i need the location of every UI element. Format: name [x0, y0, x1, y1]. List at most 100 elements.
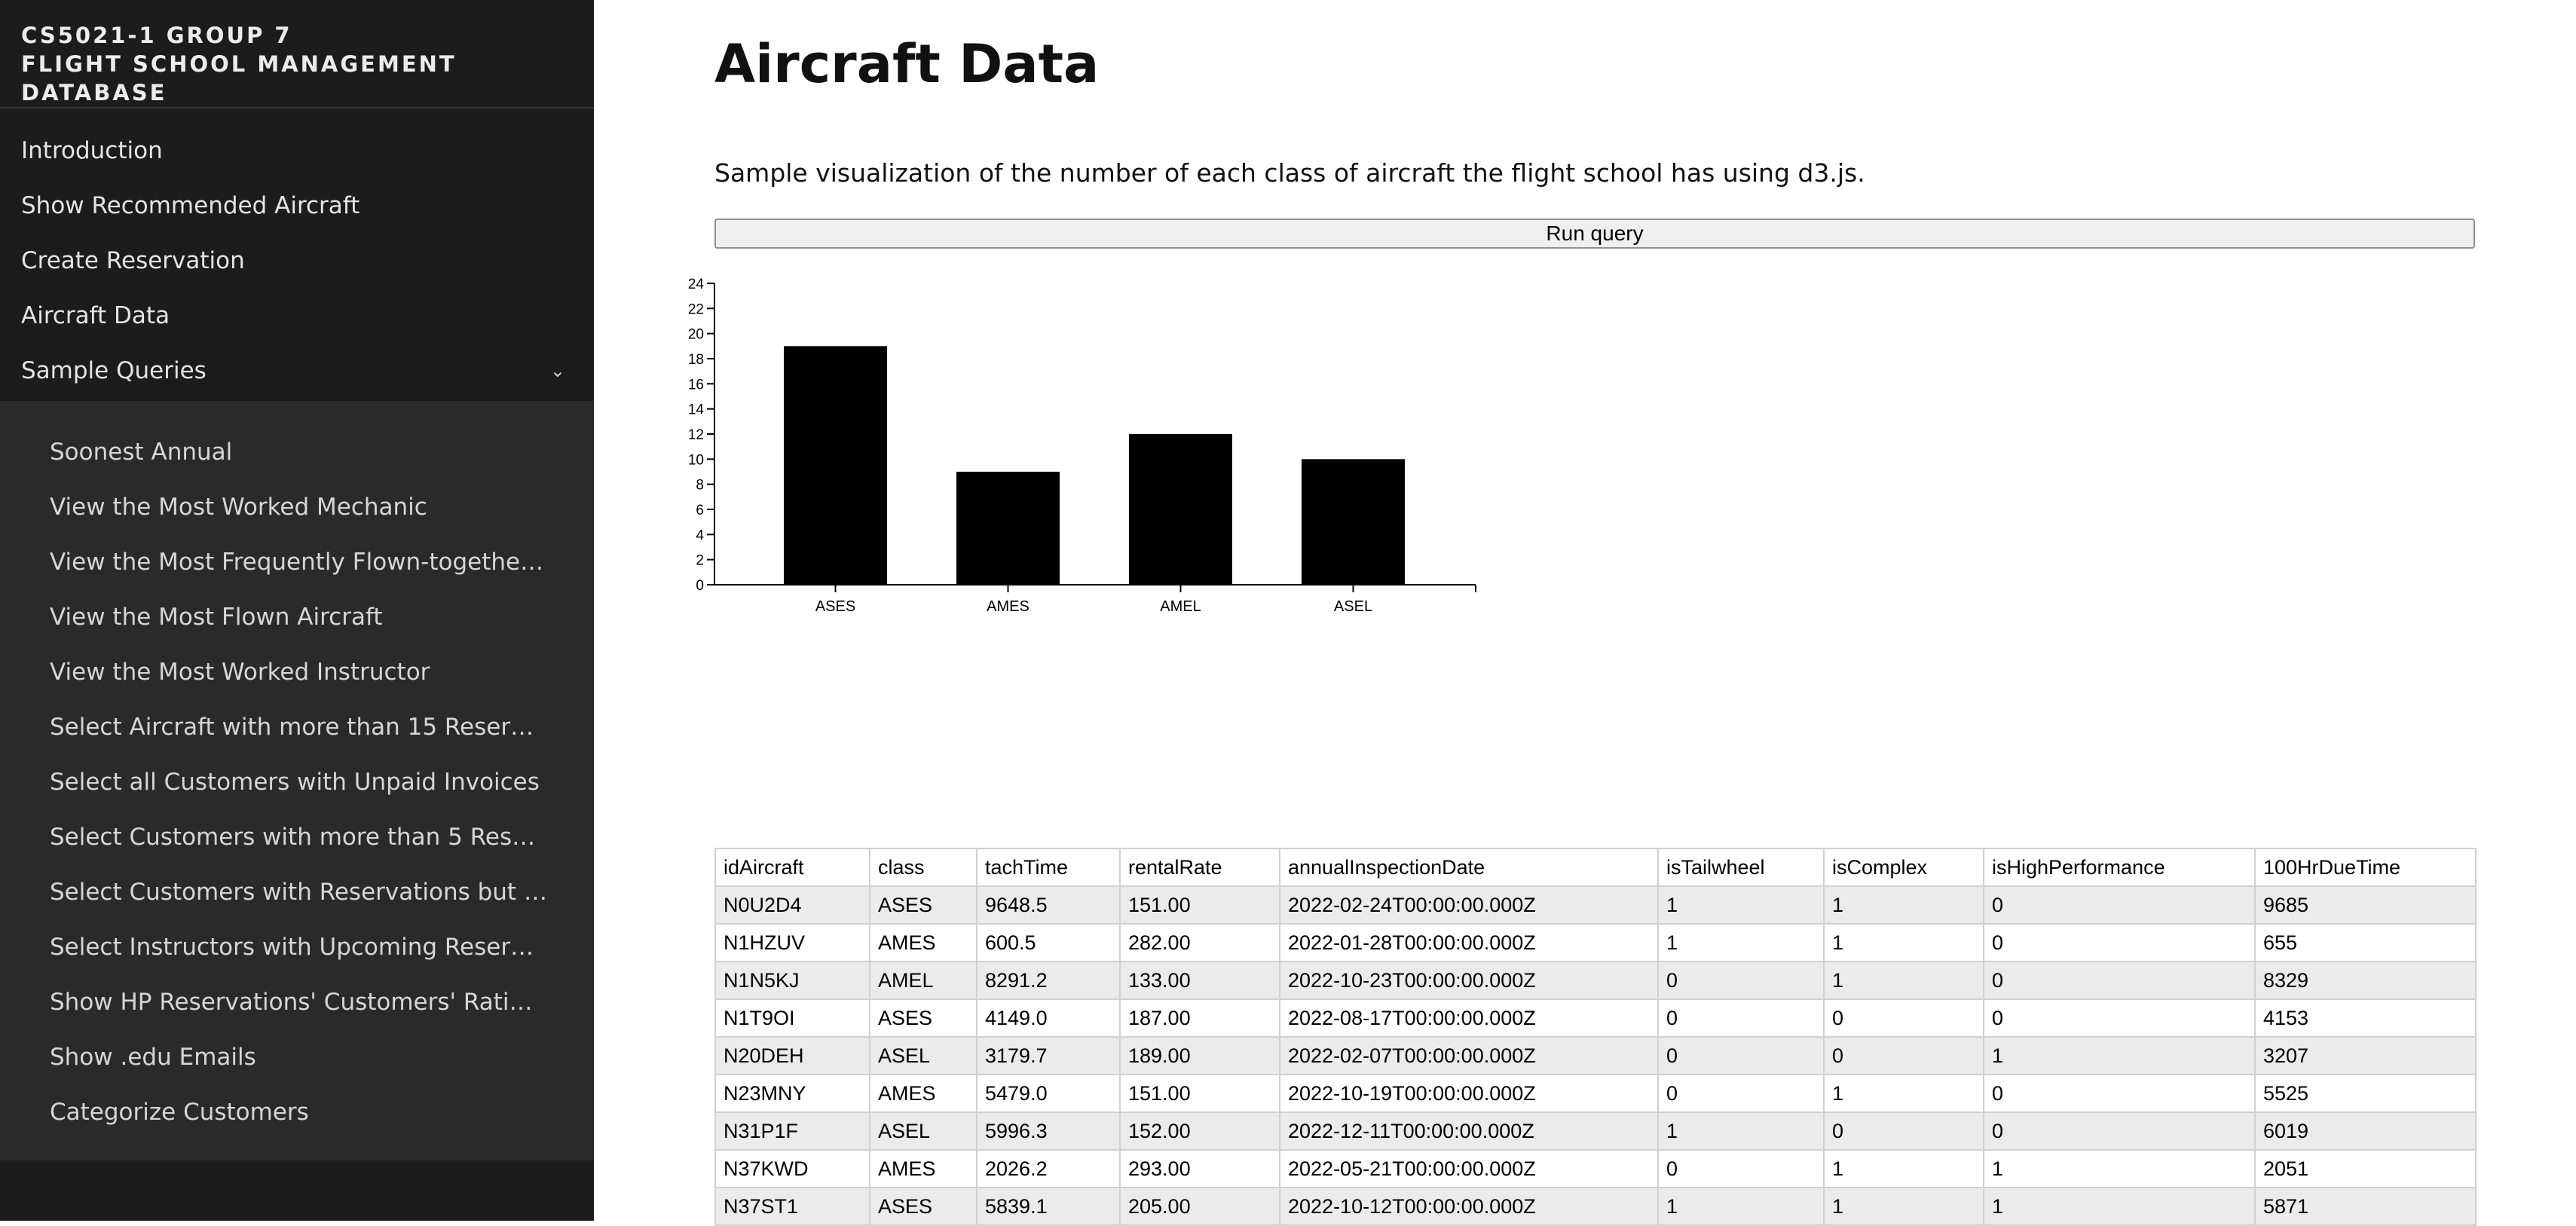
column-header: rentalRate — [1119, 848, 1280, 887]
table-cell: 1 — [1983, 1187, 2256, 1226]
table-body: N0U2D4 ASES 9648.5 151.00 2022-02-24T00:00:0… — [714, 885, 2477, 1226]
nav-aircraft-data[interactable]: Aircraft Data — [0, 289, 594, 344]
query-instructors-upcoming[interactable]: Select Instructors with Upcoming Reserva… — [0, 920, 547, 975]
query-customers-5-reservations[interactable]: Select Customers with more than 5 Reserv… — [0, 810, 547, 865]
y-tick-label: 10 — [688, 452, 704, 468]
table-cell: 1 — [1823, 1074, 1984, 1113]
table-cell: 205.00 — [1119, 1187, 1280, 1226]
table-cell: 1 — [1823, 1149, 1984, 1188]
page-description: Sample visualization of the number of ea… — [714, 158, 1865, 188]
table-row: N1T9OI ASES 4149.0 187.00 2022-08-17T00:00:0… — [714, 998, 2477, 1038]
table-cell: N23MNY — [714, 1074, 870, 1113]
table-cell: 8329 — [2254, 961, 2477, 1000]
table-row: N37ST1 ASES 5839.1 205.00 2022-10-12T00:00:0… — [714, 1187, 2477, 1226]
table-cell: 2022-02-24T00:00:00.000Z — [1279, 885, 1659, 925]
x-tick-label: ASES — [815, 598, 855, 615]
table-cell: 0 — [1823, 1111, 1984, 1151]
table-cell: ASEL — [869, 1036, 977, 1075]
x-tick-label: AMEL — [1160, 598, 1201, 615]
table-cell: 152.00 — [1119, 1111, 1280, 1151]
table-cell: 2022-05-21T00:00:00.000Z — [1279, 1149, 1659, 1188]
y-tick-label: 14 — [688, 402, 705, 418]
table-cell: 0 — [1657, 1036, 1825, 1075]
query-most-flown-together-customers[interactable]: View the Most Frequently Flown-together … — [0, 535, 547, 590]
table-cell: 6019 — [2254, 1111, 2477, 1151]
table-cell: 1 — [1657, 923, 1825, 962]
table-cell: ASES — [869, 998, 977, 1038]
table-cell: 151.00 — [1119, 1074, 1280, 1113]
table-cell: 187.00 — [1119, 998, 1280, 1038]
y-tick-label: 22 — [688, 301, 704, 317]
nav-label: Aircraft Data — [21, 302, 170, 329]
table-cell: 0 — [1983, 923, 2256, 962]
table-cell: 0 — [1657, 961, 1825, 1000]
table-cell: ASES — [869, 885, 977, 925]
table-cell: N0U2D4 — [714, 885, 870, 925]
table-cell: 1 — [1657, 1187, 1825, 1226]
table-cell: 0 — [1657, 1074, 1825, 1113]
table-row: N23MNY AMES 5479.0 151.00 2022-10-19T00:00:0… — [714, 1074, 2477, 1113]
nav-label: Sample Queries — [21, 357, 207, 384]
table-cell: 1 — [1657, 885, 1825, 925]
table-cell: 0 — [1983, 998, 2256, 1038]
query-unpaid-invoices[interactable]: Select all Customers with Unpaid Invoice… — [0, 755, 547, 810]
query-categorize-customers[interactable]: Categorize Customers — [0, 1085, 547, 1140]
table-cell: 2022-10-23T00:00:00.000Z — [1279, 961, 1659, 1000]
x-tick-label: ASEL — [1334, 598, 1372, 615]
table-row: N31P1F ASEL 5996.3 152.00 2022-12-11T00:00:0… — [714, 1111, 2477, 1151]
table-cell: ASEL — [869, 1111, 977, 1151]
y-tick-label: 16 — [688, 377, 704, 393]
table-cell: N37KWD — [714, 1149, 870, 1188]
table-cell: N1T9OI — [714, 998, 870, 1038]
query-most-flown-aircraft[interactable]: View the Most Flown Aircraft — [0, 590, 547, 645]
table-cell: 2022-08-17T00:00:00.000Z — [1279, 998, 1659, 1038]
table-cell: N37ST1 — [714, 1187, 870, 1226]
chevron-down-icon[interactable]: ⌄ — [550, 344, 565, 399]
nav-sample-queries[interactable]: Sample Queries ⌄ — [0, 344, 594, 399]
query-edu-emails[interactable]: Show .edu Emails — [0, 1030, 547, 1085]
table-row: N37KWD AMES 2026.2 293.00 2022-05-21T00:00:0… — [714, 1149, 2477, 1188]
query-most-worked-mechanic[interactable]: View the Most Worked Mechanic — [0, 480, 547, 535]
aircraft-table: idAircraft class tachTime rentalRate annualI… — [714, 848, 2477, 1226]
y-tick-label: 8 — [696, 478, 704, 494]
table-cell: 5871 — [2254, 1187, 2477, 1226]
query-reservations-no-payments[interactable]: Select Customers with Reservations but n… — [0, 865, 547, 920]
brand[interactable]: CS5021-1 GROUP 7 FLIGHT SCHOOL MANAGEMEN… — [0, 0, 594, 109]
table-cell: 1 — [1823, 885, 1984, 925]
query-hp-ratings[interactable]: Show HP Reservations' Customers' Ratings — [0, 975, 547, 1030]
bar-ames — [956, 472, 1060, 585]
table-cell: 0 — [1823, 1036, 1984, 1075]
table-cell: 5479.0 — [976, 1074, 1121, 1113]
query-most-worked-instructor[interactable]: View the Most Worked Instructor — [0, 645, 547, 700]
y-axis: 024681012141618202224 — [688, 277, 715, 594]
nav-create-reservation[interactable]: Create Reservation — [0, 234, 594, 289]
run-query-button[interactable]: Run query — [714, 219, 2475, 249]
column-header: isHighPerformance — [1983, 848, 2256, 887]
table-cell: AMEL — [869, 961, 977, 1000]
nav-show-recommended-aircraft[interactable]: Show Recommended Aircraft — [0, 179, 594, 234]
table-cell: 0 — [1983, 1111, 2256, 1151]
table-cell: 3207 — [2254, 1036, 2477, 1075]
table-cell: 293.00 — [1119, 1149, 1280, 1188]
table-header-row: idAircraft class tachTime rentalRate annualI… — [714, 848, 2477, 887]
aircraft-class-bar-chart: 024681012141618202224 ASES AMES AMEL ASEL — [688, 277, 1476, 615]
bar-amel — [1129, 434, 1232, 585]
column-header: isTailwheel — [1657, 848, 1825, 887]
y-tick-label: 18 — [688, 352, 704, 368]
table-cell: 9685 — [2254, 885, 2477, 925]
brand-title: FLIGHT SCHOOL MANAGEMENT DATABASE — [21, 51, 457, 105]
column-header: tachTime — [976, 848, 1121, 887]
table-cell: 2022-01-28T00:00:00.000Z — [1279, 923, 1659, 962]
page-title: Aircraft Data — [714, 33, 1100, 95]
y-tick-label: 4 — [696, 527, 704, 543]
query-soonest-annual[interactable]: Soonest Annual — [0, 425, 547, 480]
table-cell: N20DEH — [714, 1036, 870, 1075]
column-header: class — [869, 848, 977, 887]
sidebar-nav: Introduction Show Recommended Aircraft C… — [0, 109, 594, 399]
nav-introduction[interactable]: Introduction — [0, 124, 594, 179]
table-cell: 655 — [2254, 923, 2477, 962]
table-cell: 4149.0 — [976, 998, 1121, 1038]
brand-course: CS5021-1 GROUP 7 — [21, 23, 292, 48]
table-cell: 600.5 — [976, 923, 1121, 962]
query-aircraft-15-reservations[interactable]: Select Aircraft with more than 15 Reserv… — [0, 700, 547, 755]
